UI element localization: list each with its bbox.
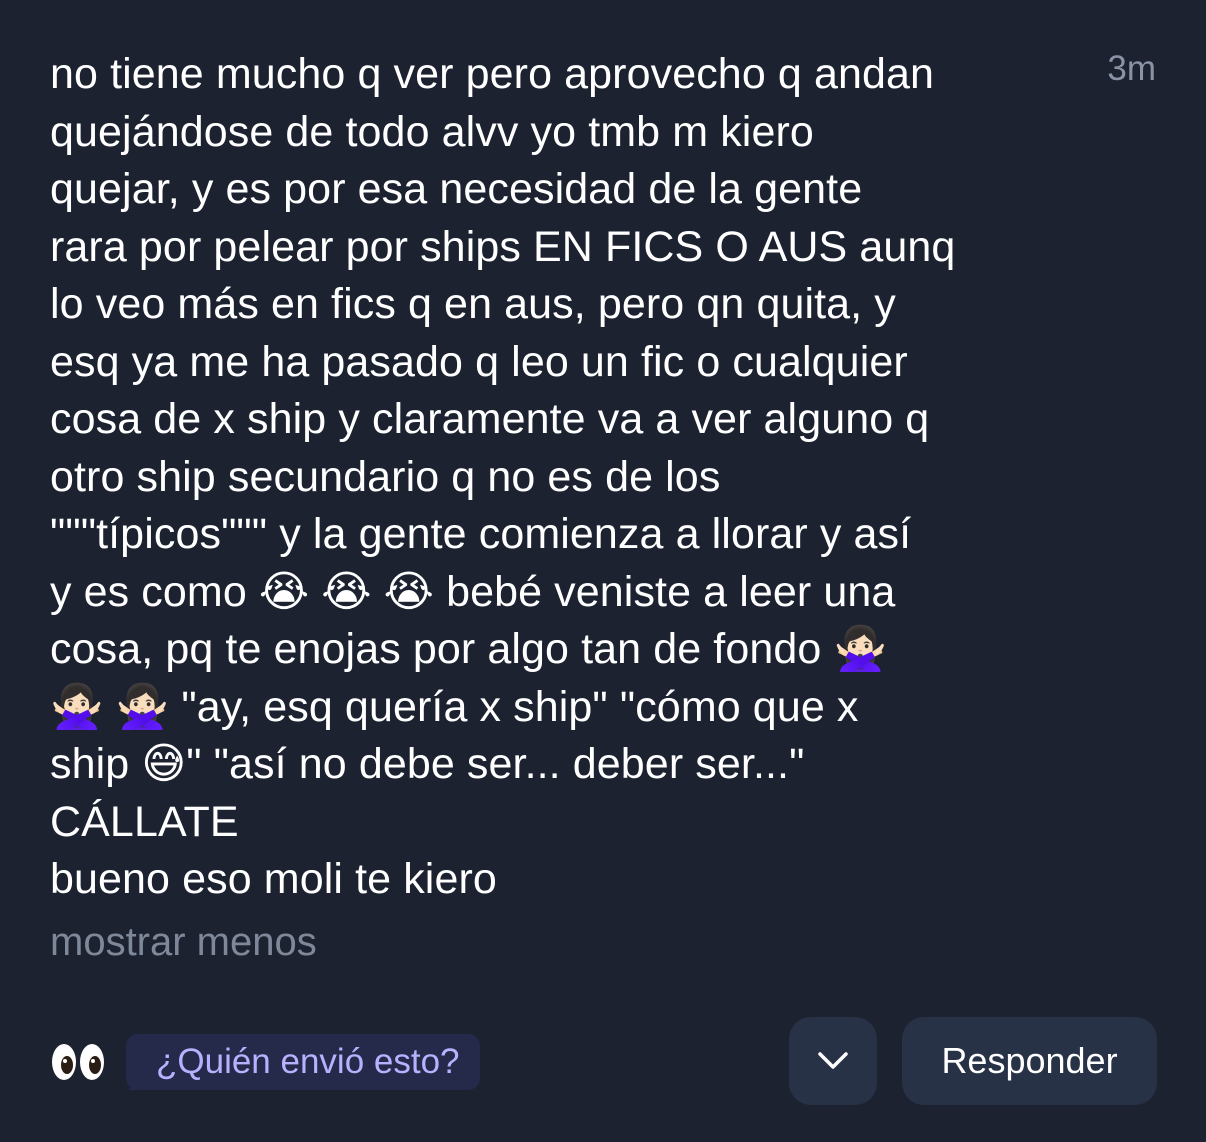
message-line: quejándose de todo alvv yo tmb m kiero (50, 107, 814, 156)
expand-button[interactable] (789, 1017, 877, 1105)
message-line: y es como 😭 😭 😭 bebé veniste a leer una (50, 567, 896, 616)
message-line: 🙅🏻‍♀️ 🙅🏻‍♀️ "ay, esq quería x ship" "cóm… (50, 682, 859, 731)
message-line: rara por pelear por ships EN FICS O AUS … (50, 222, 956, 271)
who-sent-button[interactable]: ¿Quién envió esto? (126, 1034, 480, 1090)
reply-button[interactable]: Responder (902, 1017, 1157, 1105)
chevron-down-icon (818, 1052, 848, 1069)
message-line: bueno eso moli te kiero (50, 855, 497, 903)
message-line: cosa de x ship y claramente va a ver alg… (50, 395, 930, 443)
message-line: cosa, pq te enojas por algo tan de fondo… (50, 625, 888, 673)
message-line: """típicos""" y la gente comienza a llor… (50, 510, 912, 558)
message-line: esq ya me ha pasado q leo un fic o cualq… (50, 337, 908, 386)
message-card: no tiene mucho q ver pero aprovecho q an… (0, 0, 1206, 1142)
message-body: no tiene mucho q ver pero aprovecho q an… (50, 46, 1060, 909)
message-line: CÁLLATE (50, 797, 239, 846)
message-line: no tiene mucho q ver pero aprovecho q an… (50, 50, 935, 98)
message-line: lo veo más en fics q en aus, pero qn qui… (50, 280, 896, 328)
eyes-icon (50, 1040, 106, 1084)
timestamp: 3m (1107, 49, 1156, 88)
message-line: otro ship secundario q no es de los (50, 452, 721, 501)
message-line: quejar, y es por esa necesidad de la gen… (50, 165, 863, 213)
message-line: ship 😅" "así no debe ser... deber ser...… (50, 740, 805, 788)
show-less-link[interactable]: mostrar menos (50, 916, 317, 968)
